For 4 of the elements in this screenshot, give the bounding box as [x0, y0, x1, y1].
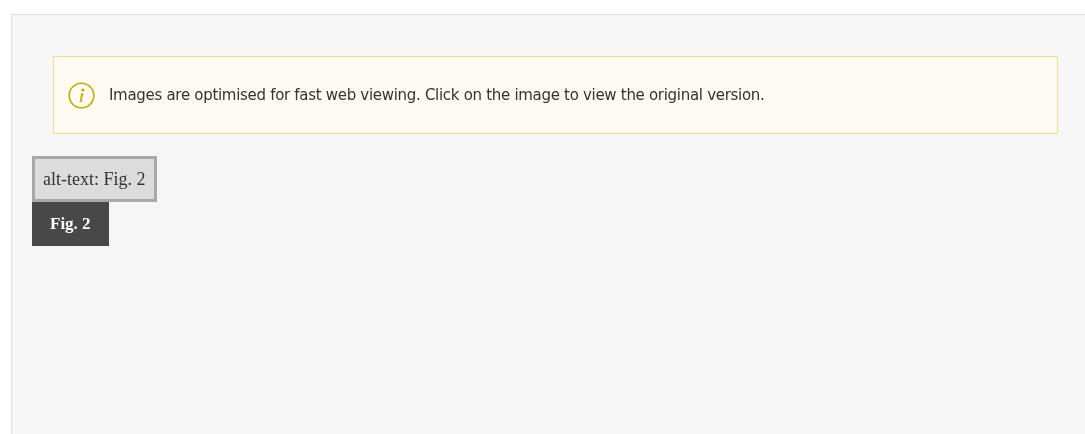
figure-caption: Fig. 2	[32, 202, 109, 246]
info-icon	[68, 81, 95, 109]
notice-text: Images are optimised for fast web viewing. Click on the image to view the original version.	[109, 84, 765, 106]
image-alt-text[interactable]: alt-text: Fig. 2	[32, 156, 157, 202]
